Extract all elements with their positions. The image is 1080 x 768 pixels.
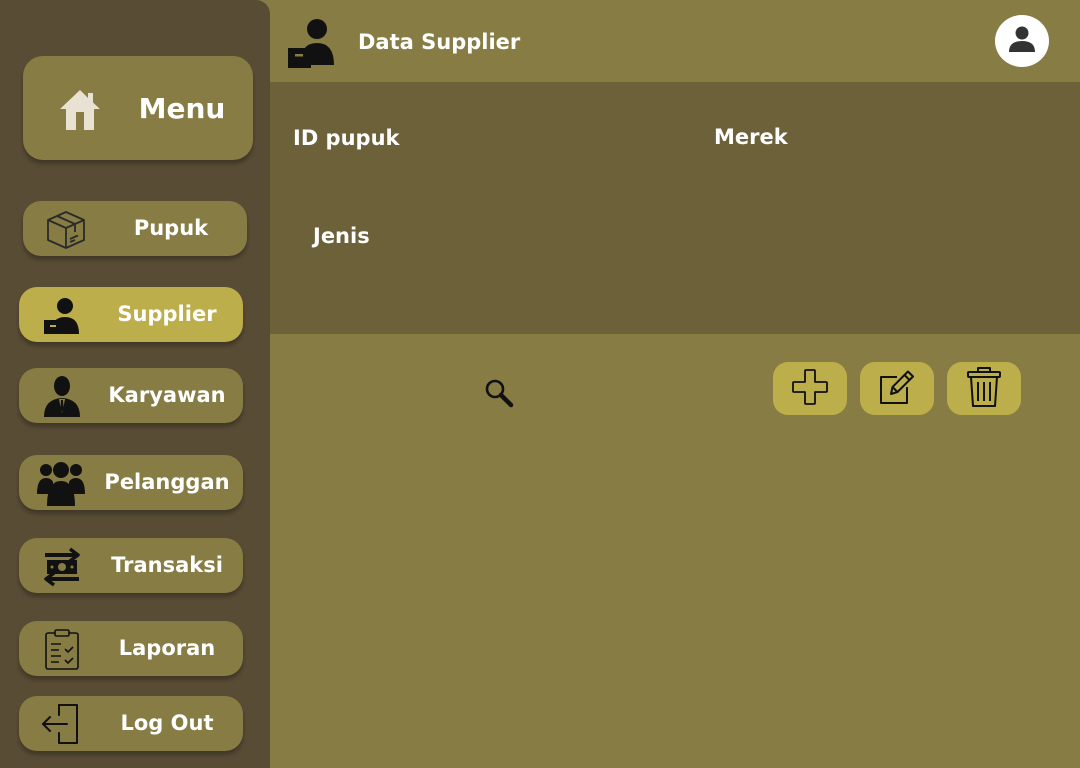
edit-icon bbox=[877, 367, 917, 411]
sidebar-item-supplier[interactable]: Supplier bbox=[19, 287, 243, 342]
delete-button[interactable] bbox=[947, 362, 1021, 415]
edit-button[interactable] bbox=[860, 362, 934, 415]
sidebar-item-pupuk[interactable]: Pupuk bbox=[23, 201, 247, 256]
sidebar-item-label: Karyawan bbox=[108, 383, 226, 407]
supplier-form-panel: ID pupuk Merek Jenis bbox=[270, 82, 1080, 334]
sidebar-item-label: Pelanggan bbox=[104, 470, 230, 494]
id-pupuk-label: ID pupuk bbox=[293, 126, 400, 150]
trash-icon bbox=[965, 366, 1003, 412]
employee-icon bbox=[39, 375, 85, 417]
page-title: Data Supplier bbox=[358, 30, 521, 54]
sidebar-item-transaksi[interactable]: Transaksi bbox=[19, 538, 243, 593]
box-icon bbox=[43, 208, 89, 250]
sidebar-item-label: Supplier bbox=[117, 302, 217, 326]
search-icon[interactable] bbox=[484, 378, 514, 412]
home-icon bbox=[57, 88, 103, 136]
user-icon bbox=[1009, 25, 1035, 57]
menu-card[interactable]: Menu bbox=[23, 56, 253, 160]
sidebar-item-label: Log Out bbox=[120, 711, 214, 735]
sidebar-item-laporan[interactable]: Laporan bbox=[19, 621, 243, 676]
supplier-icon bbox=[39, 294, 85, 336]
supplier-icon bbox=[286, 16, 340, 74]
logout-icon bbox=[39, 703, 85, 745]
add-button[interactable] bbox=[773, 362, 847, 415]
jenis-label: Jenis bbox=[313, 224, 370, 248]
sidebar-item-label: Laporan bbox=[118, 636, 216, 660]
sidebar-item-pelanggan[interactable]: Pelanggan bbox=[19, 455, 243, 510]
logout-button[interactable]: Log Out bbox=[19, 696, 243, 751]
menu-label: Menu bbox=[138, 92, 226, 125]
sidebar-item-karyawan[interactable]: Karyawan bbox=[19, 368, 243, 423]
clipboard-icon bbox=[39, 628, 85, 670]
sidebar-item-label: Pupuk bbox=[133, 216, 209, 240]
money-exchange-icon bbox=[39, 545, 85, 587]
plus-icon bbox=[790, 367, 830, 411]
customers-icon bbox=[37, 462, 85, 506]
merek-label: Merek bbox=[714, 125, 788, 149]
top-header: Data Supplier bbox=[270, 0, 1080, 82]
sidebar: Menu Pupuk Supplier Karyawan Pelanggan T… bbox=[0, 0, 270, 768]
sidebar-item-label: Transaksi bbox=[111, 553, 223, 577]
avatar[interactable] bbox=[995, 15, 1049, 67]
